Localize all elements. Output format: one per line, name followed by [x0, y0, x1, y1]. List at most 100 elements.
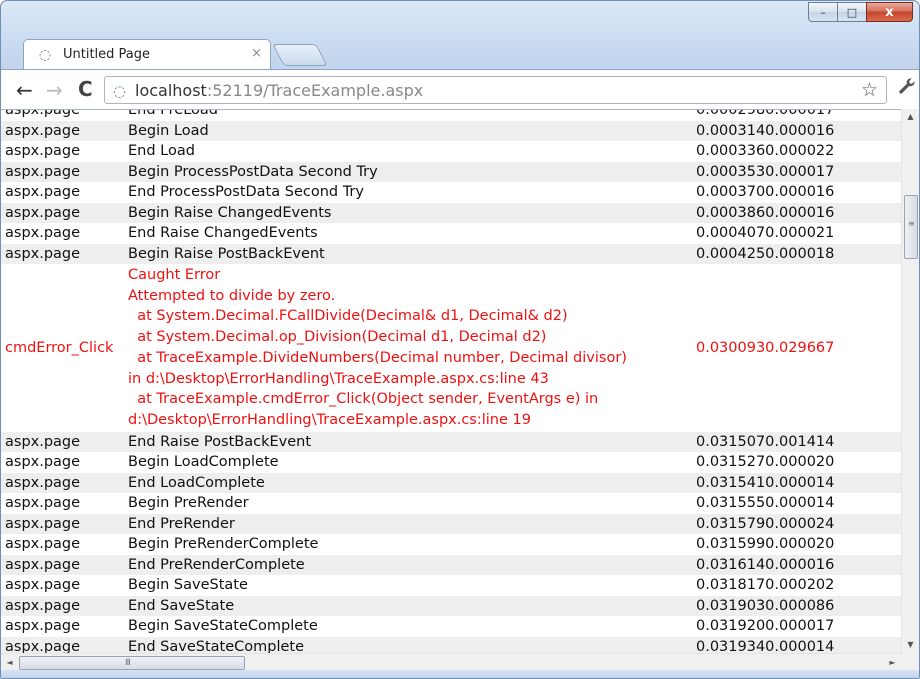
trace-row: aspx.page Begin SaveState 0.0318170.000202 — [1, 575, 901, 596]
trace-time: 0.0318170.000202 — [696, 577, 835, 594]
trace-message: Begin PreRenderComplete — [128, 536, 319, 553]
trace-time: 0.0300930.029667 — [696, 339, 835, 356]
trace-row: aspx.page End PreRender 0.0315790.000024 — [1, 513, 901, 535]
trace-category: aspx.page — [5, 577, 81, 594]
trace-message: Begin PreRender — [128, 495, 249, 512]
vertical-scrollbar[interactable]: ▲ ≡ ▼ — [901, 109, 919, 653]
trace-category: aspx.page — [1, 513, 124, 535]
bookmark-star-icon[interactable]: ☆ — [861, 79, 878, 101]
vertical-scroll-thumb[interactable]: ≡ — [904, 195, 918, 259]
close-window-button[interactable]: x — [866, 2, 913, 22]
trace-time: 0.0315410.000014 — [692, 472, 901, 494]
trace-category: aspx.page — [5, 495, 81, 512]
trace-message: End ProcessPostData Second Try — [128, 184, 364, 200]
horizontal-scrollbar[interactable]: ◄ III ► — [1, 653, 901, 671]
title-bar: – □ x — [1, 1, 919, 37]
minimize-button[interactable]: – — [808, 2, 838, 22]
browser-toolbar: ← → C ◌ localhost:52119/TraceExample.asp… — [1, 69, 919, 110]
trace-message: End Load — [128, 143, 195, 159]
trace-message: End PreRender — [124, 513, 692, 535]
scroll-left-arrow-icon[interactable]: ◄ — [1, 654, 18, 671]
url-path: :52119/TraceExample.aspx — [206, 81, 424, 100]
trace-table: aspx.page End PreLoad 0.0002980.000017 aspx… — [1, 109, 901, 654]
trace-category: aspx.page — [1, 431, 124, 453]
trace-category: aspx.page — [1, 243, 124, 264]
trace-time: 0.0003140.000016 — [692, 120, 901, 141]
address-bar[interactable]: ◌ localhost:52119/TraceExample.aspx ☆ — [104, 76, 887, 104]
trace-category: aspx.page — [5, 618, 81, 635]
trace-category: aspx.page — [5, 225, 81, 241]
trace-time: 0.0004250.000018 — [692, 243, 901, 264]
trace-category: aspx.page — [1, 120, 124, 141]
trace-message: Begin Raise PostBackEvent — [124, 243, 692, 264]
trace-time: 0.0319030.000086 — [692, 595, 901, 617]
trace-category: cmdError_Click — [5, 339, 114, 356]
trace-time: 0.0003530.000017 — [692, 161, 901, 182]
trace-time: 0.0319340.000014 — [692, 636, 901, 654]
trace-category: aspx.page — [5, 184, 81, 200]
trace-time: 0.0002980.000017 — [696, 109, 835, 118]
scroll-down-arrow-icon[interactable]: ▼ — [902, 637, 919, 653]
trace-category: aspx.page — [1, 554, 124, 576]
trace-row: aspx.page End Raise ChangedEvents 0.000407… — [1, 223, 901, 244]
trace-row: aspx.page Begin ProcessPostData Second Tr… — [1, 161, 901, 182]
trace-message: End SaveStateComplete — [124, 636, 692, 654]
trace-message: End SaveState — [124, 595, 692, 617]
scroll-up-arrow-icon[interactable]: ▲ — [902, 109, 919, 125]
trace-time: 0.0003700.000016 — [696, 184, 835, 200]
horizontal-scroll-thumb[interactable]: III — [19, 656, 245, 670]
trace-category: aspx.page — [5, 454, 81, 471]
forward-arrow-icon[interactable]: → — [46, 78, 63, 102]
trace-category: aspx.page — [1, 595, 124, 617]
trace-category: aspx.page — [5, 536, 81, 553]
trace-category: aspx.page — [1, 202, 124, 223]
grip-icon: III — [125, 658, 131, 668]
trace-category: aspx.page — [5, 143, 81, 159]
trace-time: 0.0315990.000020 — [696, 536, 835, 553]
trace-row: aspx.page Begin Raise ChangedEvents 0.0003… — [1, 202, 901, 223]
trace-category: aspx.page — [5, 109, 81, 118]
page-info-icon[interactable]: ◌ — [113, 82, 126, 100]
scroll-right-arrow-icon[interactable]: ► — [884, 654, 901, 671]
wrench-icon — [899, 78, 915, 94]
page-content: aspx.page End PreLoad 0.0002980.000017 aspx… — [1, 109, 901, 654]
trace-row: aspx.page End Load 0.0003360.000022 — [1, 141, 901, 162]
trace-row: aspx.page End SaveState 0.0319030.000086 — [1, 595, 901, 617]
trace-time: 0.0315550.000014 — [696, 495, 835, 512]
trace-row: aspx.page Begin PreRenderComplete 0.031599… — [1, 534, 901, 555]
scrollbar-corner — [901, 653, 919, 670]
maximize-button[interactable]: □ — [837, 2, 867, 22]
trace-message: Begin ProcessPostData Second Try — [124, 161, 692, 182]
url-text[interactable]: localhost:52119/TraceExample.aspx — [135, 81, 423, 100]
trace-message: End Raise PostBackEvent — [124, 431, 692, 453]
trace-message: Begin SaveStateComplete — [128, 618, 318, 635]
window-bottom-border — [1, 670, 919, 678]
grip-icon: ≡ — [908, 219, 915, 228]
trace-message: End PreRenderComplete — [124, 554, 692, 576]
trace-category: aspx.page — [1, 472, 124, 494]
trace-time: 0.0319200.000017 — [696, 618, 835, 635]
trace-category: aspx.page — [1, 636, 124, 654]
trace-row: aspx.page End ProcessPostData Second Try 0… — [1, 182, 901, 203]
close-tab-icon[interactable]: × — [251, 46, 262, 61]
trace-row: aspx.page End LoadComplete 0.0315410.00001… — [1, 472, 901, 494]
globe-icon: ◌ — [38, 47, 52, 63]
trace-row: aspx.page Begin PreRender 0.0315550.000014 — [1, 493, 901, 514]
trace-row: aspx.page Begin Load 0.0003140.000016 — [1, 120, 901, 141]
trace-row: aspx.page Begin LoadComplete 0.0315270.000… — [1, 452, 901, 473]
back-arrow-icon[interactable]: ← — [16, 78, 33, 102]
trace-message: Begin SaveState — [128, 577, 248, 594]
trace-time: 0.0003360.000022 — [696, 143, 835, 159]
tab-title: Untitled Page — [63, 47, 151, 62]
reload-icon[interactable]: C — [78, 77, 93, 101]
trace-message: End PreLoad — [128, 109, 219, 118]
trace-message: Begin LoadComplete — [128, 454, 279, 471]
wrench-menu-icon[interactable] — [897, 76, 917, 101]
browser-window: – □ x ◌ Untitled Page × ← → C ◌ localhos… — [0, 0, 920, 679]
url-host: localhost — [135, 81, 207, 100]
trace-message: Caught Error Attempted to divide by zero… — [128, 267, 627, 428]
trace-message: End LoadComplete — [124, 472, 692, 494]
trace-row: aspx.page Begin SaveStateComplete 0.031920… — [1, 616, 901, 637]
browser-tab[interactable]: ◌ Untitled Page × — [23, 39, 271, 69]
new-tab-button[interactable] — [272, 44, 328, 66]
